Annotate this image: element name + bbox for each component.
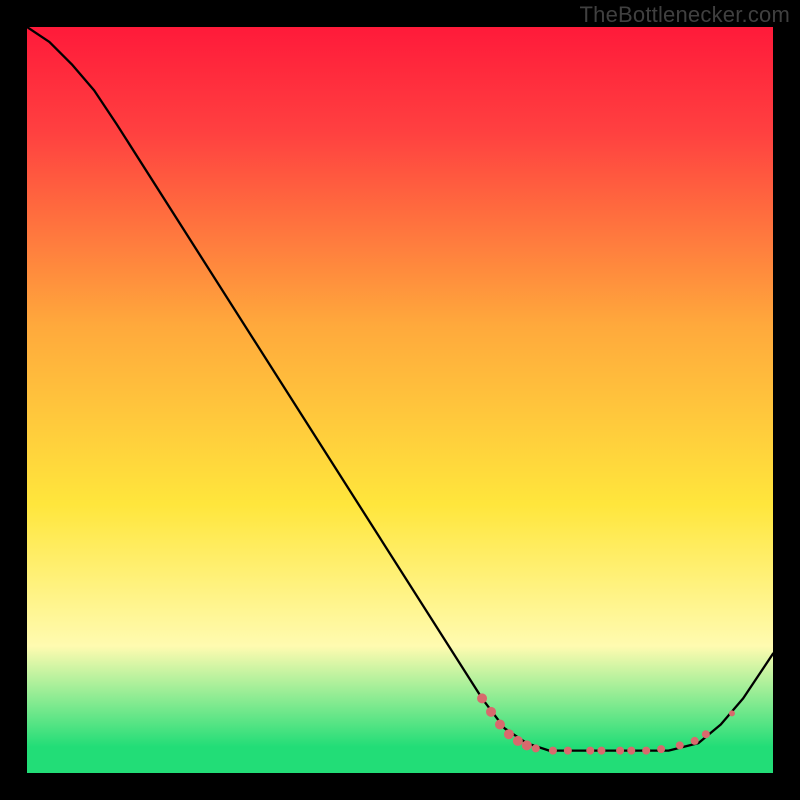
plot-area xyxy=(27,27,773,773)
gradient-background xyxy=(27,27,773,773)
curve-marker xyxy=(729,710,735,716)
curve-marker xyxy=(522,740,532,750)
chart-frame: TheBottlenecker.com xyxy=(0,0,800,800)
curve-marker xyxy=(586,747,594,755)
curve-marker xyxy=(504,729,514,739)
curve-marker xyxy=(702,730,710,738)
curve-marker xyxy=(676,741,684,749)
curve-marker xyxy=(486,707,496,717)
bottleneck-chart xyxy=(27,27,773,773)
curve-marker xyxy=(657,745,665,753)
curve-marker xyxy=(477,693,487,703)
curve-marker xyxy=(513,736,523,746)
watermark-text: TheBottlenecker.com xyxy=(580,2,790,28)
curve-marker xyxy=(532,744,540,752)
curve-marker xyxy=(549,747,557,755)
curve-marker xyxy=(564,747,572,755)
curve-marker xyxy=(691,737,699,745)
curve-marker xyxy=(597,747,605,755)
curve-marker xyxy=(495,720,505,730)
curve-marker xyxy=(627,747,635,755)
curve-marker xyxy=(616,747,624,755)
curve-marker xyxy=(642,747,650,755)
